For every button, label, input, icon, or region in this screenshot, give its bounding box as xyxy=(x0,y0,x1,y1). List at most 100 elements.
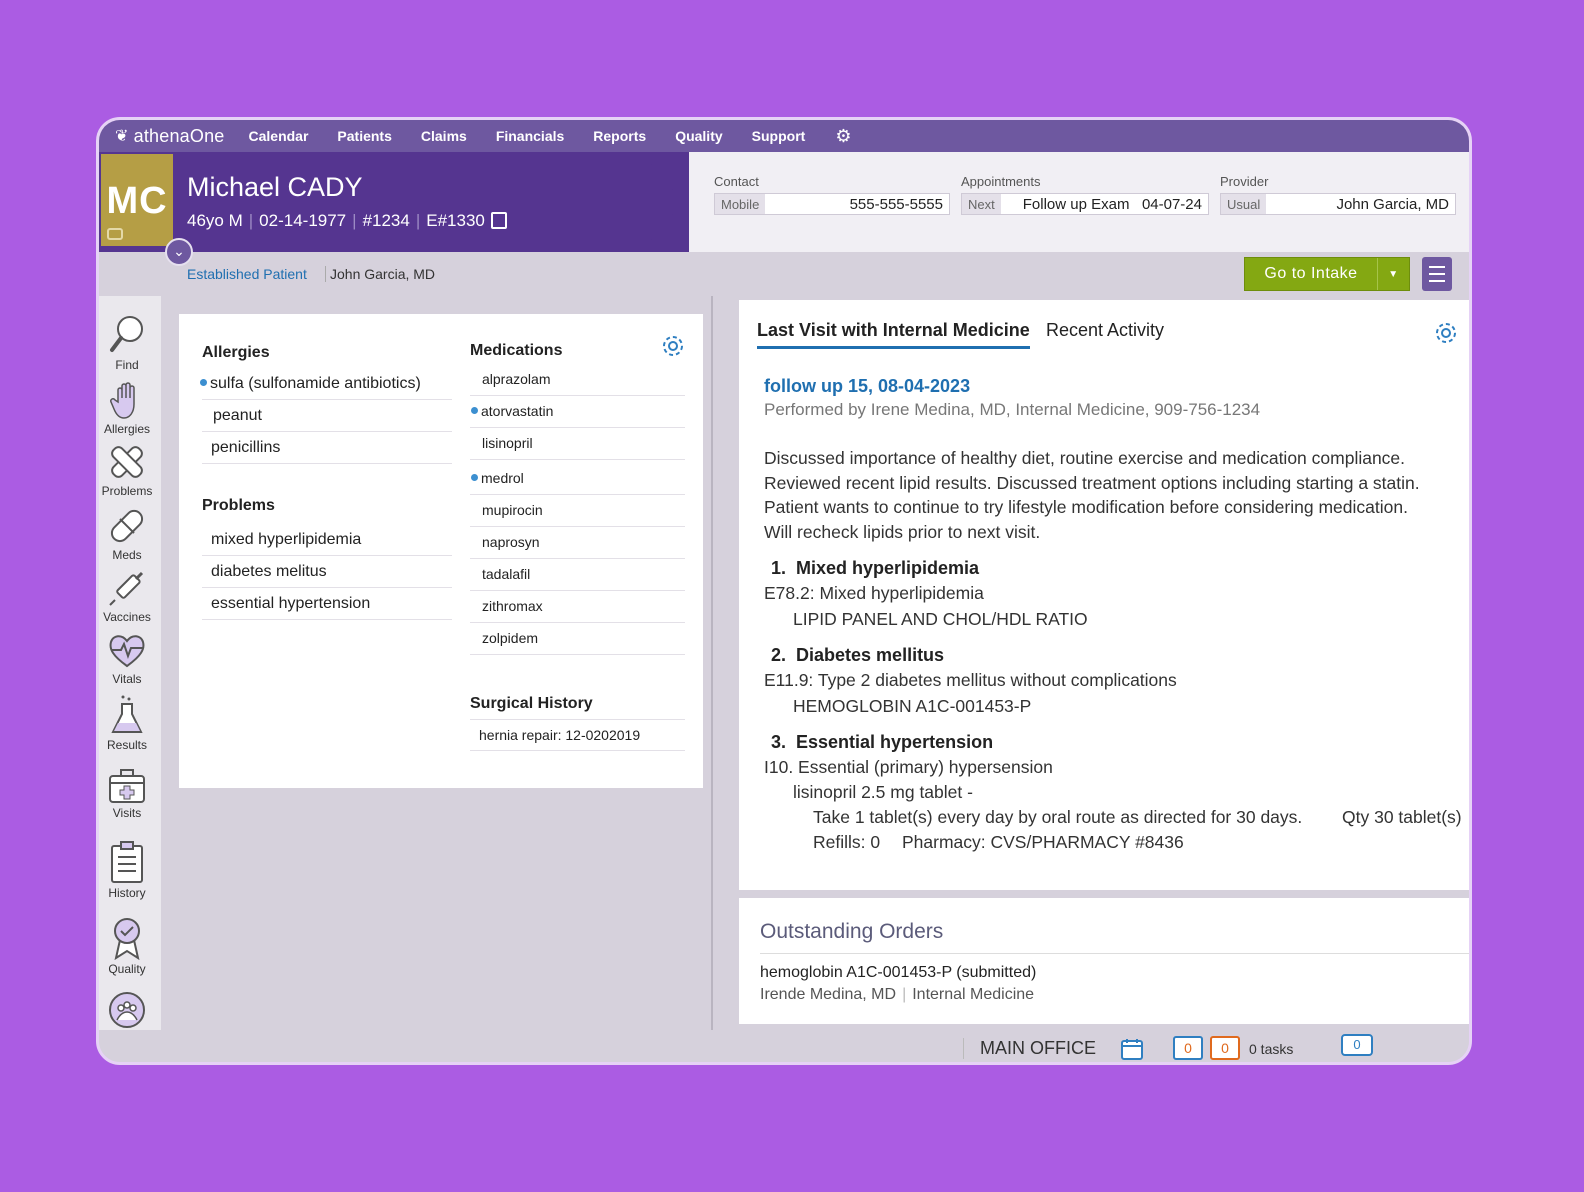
problem-item[interactable]: essential hypertension xyxy=(202,588,452,620)
medication-name: zolpidem xyxy=(482,630,539,646)
app-window: ❦ athenaOne Calendar Patients Claims Fin… xyxy=(96,117,1472,1065)
logo-text: athenaOne xyxy=(133,125,225,146)
allergy-item[interactable]: peanut xyxy=(202,400,452,432)
sidebar-item-allergies[interactable]: Allergies xyxy=(99,380,155,436)
appointments-value[interactable]: Follow up Exam 04-07-24 xyxy=(1001,194,1208,214)
alert-count-badge[interactable]: 0 xyxy=(1210,1036,1240,1060)
note-icon[interactable] xyxy=(490,212,507,229)
contact-value[interactable]: 555-555-5555 xyxy=(765,194,949,214)
calendar-icon[interactable] xyxy=(1121,1038,1143,1060)
nav-patients[interactable]: Patients xyxy=(337,128,391,144)
medication-item[interactable]: alprazolam xyxy=(470,364,685,396)
patient-meta: 46yo M | 02-14-1977 | #1234 | E#1330 xyxy=(187,211,507,231)
medication-name: tadalafil xyxy=(482,566,531,582)
diagnosis-1-code: E78.2: Mixed hyperlipidemia xyxy=(764,583,984,603)
medication-name: naprosyn xyxy=(482,534,540,550)
contact-field: Contact Mobile 555-555-5555 xyxy=(714,174,950,215)
inbox-count-badge[interactable]: 0 xyxy=(1173,1036,1203,1060)
provider-value[interactable]: John Garcia, MD xyxy=(1266,194,1455,214)
camera-icon[interactable] xyxy=(107,228,123,240)
encounter-id: E#1330 xyxy=(426,211,485,230)
sidebar-item-visits[interactable]: Visits xyxy=(99,768,155,820)
orders-title: Outstanding Orders xyxy=(760,920,944,943)
gear-icon[interactable] xyxy=(660,333,686,359)
medication-item[interactable]: zolpidem xyxy=(470,623,685,655)
sidebar-item-results[interactable]: Results xyxy=(99,694,155,752)
tab-last-visit[interactable]: Last Visit with Internal Medicine xyxy=(757,320,1030,349)
intake-label[interactable]: Go to Intake xyxy=(1245,258,1377,290)
surgical-name: hernia repair: 12-0202019 xyxy=(479,727,641,743)
tasks-count[interactable]: 0 tasks xyxy=(1249,1041,1293,1057)
medkit-icon xyxy=(109,769,145,803)
nav-claims[interactable]: Claims xyxy=(421,128,467,144)
diagnosis-1-title: 1. Mixed hyperlipidemia xyxy=(771,558,980,578)
medication-item[interactable]: medrol xyxy=(470,463,685,495)
problem-item[interactable]: mixed hyperlipidemia xyxy=(202,524,452,556)
sidebar-item-find[interactable]: Find xyxy=(99,314,155,372)
sidebar-label: Allergies xyxy=(103,422,151,436)
order-meta: Irende Medina, MD | Internal Medicine xyxy=(760,986,1035,1003)
nav-calendar[interactable]: Calendar xyxy=(249,128,309,144)
last-visit-panel: Last Visit with Internal Medicine Recent… xyxy=(739,300,1469,890)
surgical-item[interactable]: hernia repair: 12-0202019 xyxy=(470,719,685,751)
athena-logo[interactable]: ❦ athenaOne xyxy=(115,126,225,147)
outstanding-orders-panel: Outstanding Orders hemoglobin A1C-001453… xyxy=(739,898,1469,1024)
medication-name: medrol xyxy=(481,470,524,486)
visit-note-line: Reviewed recent lipid results. Discussed… xyxy=(764,473,1420,493)
nav-support[interactable]: Support xyxy=(752,128,806,144)
settings-gear-icon[interactable]: ⚙ xyxy=(835,126,851,147)
sidebar-item-vaccines[interactable]: Vaccines xyxy=(99,568,155,624)
nav-quality[interactable]: Quality xyxy=(675,128,722,144)
sidebar-item-team[interactable] xyxy=(99,990,155,1030)
problem-item[interactable]: diabetes melitus xyxy=(202,556,452,588)
caret-down-icon[interactable]: ▼ xyxy=(1377,258,1409,290)
patient-header: MC Michael CADY 46yo M | 02-14-1977 | #1234 |… xyxy=(99,152,1469,266)
medications-title: Medications xyxy=(470,342,563,359)
patient-provider: John Garcia, MD xyxy=(325,266,435,282)
sidebar-item-quality[interactable]: Quality xyxy=(99,916,155,976)
diagnosis-3-pharmacy: Pharmacy: CVS/PHARMACY #8436 xyxy=(902,832,1184,852)
office-name[interactable]: MAIN OFFICE xyxy=(963,1038,1096,1059)
medication-item[interactable]: tadalafil xyxy=(470,559,685,591)
sidebar-item-problems[interactable]: Problems xyxy=(99,442,155,498)
medication-item[interactable]: mupirocin xyxy=(470,495,685,527)
patient-dob: 02-14-1977 xyxy=(259,211,347,230)
allergy-item[interactable]: sulfa (sulfonamide antibiotics) xyxy=(200,368,452,400)
chart-sidebar: Find Allergies Problems Meds Vaccines Vi… xyxy=(99,296,161,1030)
patient-avatar[interactable]: MC xyxy=(101,154,173,246)
clinical-summary-card: Allergies sulfa (sulfonamide antibiotics… xyxy=(179,314,703,788)
order-name[interactable]: hemoglobin A1C-001453-P (submitted) xyxy=(760,964,1036,982)
sidebar-label: Quality xyxy=(108,962,146,976)
message-icon[interactable]: 0 xyxy=(1341,1034,1373,1056)
medication-item[interactable]: zithromax xyxy=(470,591,685,623)
sidebar-item-vitals[interactable]: Vitals xyxy=(99,632,155,686)
tab-recent-activity[interactable]: Recent Activity xyxy=(1046,320,1164,341)
problem-name: essential hypertension xyxy=(211,595,371,612)
visit-note-line: Will recheck lipids prior to next visit. xyxy=(764,522,1041,542)
sidebar-label: Find xyxy=(115,358,139,372)
medication-item[interactable]: lisinopril xyxy=(470,428,685,460)
contact-label: Contact xyxy=(714,174,759,189)
medication-item[interactable]: naprosyn xyxy=(470,527,685,559)
go-to-intake-button[interactable]: Go to Intake ▼ xyxy=(1244,257,1410,291)
diagnosis-3-refills: Refills: 0 xyxy=(813,832,881,852)
sidebar-item-meds[interactable]: Meds xyxy=(99,506,155,562)
sidebar-item-history[interactable]: History xyxy=(99,840,155,900)
patient-status-link[interactable]: Established Patient xyxy=(187,266,307,282)
sidebar-label: Vitals xyxy=(112,672,142,686)
medication-name: mupirocin xyxy=(482,502,543,518)
chevron-down-icon[interactable]: ⌄ xyxy=(165,238,193,266)
hamburger-menu-icon[interactable] xyxy=(1422,257,1452,291)
diagnosis-2-order: HEMOGLOBIN A1C-001453-P xyxy=(793,696,1032,716)
allergy-item[interactable]: penicillins xyxy=(202,432,452,464)
clipboard-icon xyxy=(111,841,143,883)
gear-icon[interactable] xyxy=(1433,320,1459,346)
nav-reports[interactable]: Reports xyxy=(593,128,646,144)
problems-title: Problems xyxy=(202,497,275,514)
sidebar-label: Meds xyxy=(112,548,142,562)
panel-divider[interactable] xyxy=(711,296,713,1030)
nav-financials[interactable]: Financials xyxy=(496,128,564,144)
medication-item[interactable]: atorvastatin xyxy=(470,396,685,428)
visit-title-link[interactable]: follow up 15, 08-04-2023 xyxy=(764,376,970,397)
patient-subbar: Established Patient John Garcia, MD Go t… xyxy=(99,252,1469,296)
